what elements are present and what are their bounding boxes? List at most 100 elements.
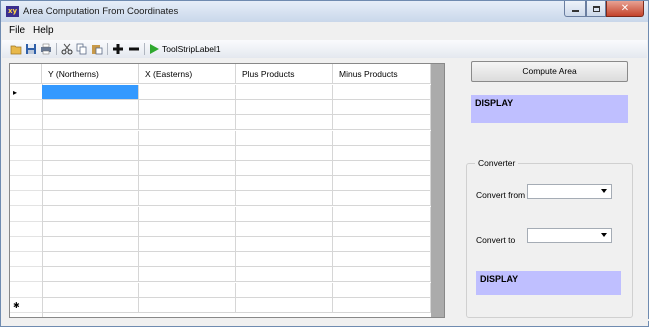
grid-cell[interactable] xyxy=(42,161,139,176)
convert-to-dropdown[interactable] xyxy=(527,228,612,243)
row-header[interactable]: ✱ xyxy=(10,298,42,313)
grid-cell[interactable] xyxy=(333,100,431,115)
grid-cell[interactable] xyxy=(139,191,236,206)
column-header[interactable]: Y (Northerns) xyxy=(42,64,139,84)
row-header[interactable] xyxy=(10,115,42,130)
cut-icon[interactable] xyxy=(61,43,73,55)
grid-cell[interactable] xyxy=(236,298,333,313)
row-header[interactable]: ▸ xyxy=(10,85,42,100)
grid-cell[interactable] xyxy=(333,146,431,161)
grid-cell[interactable] xyxy=(139,176,236,191)
grid-cell[interactable] xyxy=(139,267,236,282)
grid-cell[interactable] xyxy=(333,252,431,267)
grid-cell[interactable] xyxy=(42,267,139,282)
column-header[interactable]: Plus Products xyxy=(236,64,333,84)
row-header[interactable] xyxy=(10,237,42,252)
grid-cell[interactable] xyxy=(42,222,139,237)
run-icon[interactable] xyxy=(148,43,160,55)
grid-cell[interactable] xyxy=(139,146,236,161)
grid-cell[interactable] xyxy=(333,237,431,252)
grid-cell[interactable] xyxy=(333,176,431,191)
grid-cell[interactable] xyxy=(42,298,139,313)
minimize-button[interactable] xyxy=(564,1,586,17)
grid-cell[interactable] xyxy=(42,85,139,100)
grid-cell[interactable] xyxy=(236,283,333,298)
remove-icon[interactable] xyxy=(128,43,140,55)
grid-cell[interactable] xyxy=(236,100,333,115)
close-button[interactable]: ✕ xyxy=(606,1,644,17)
menu-file[interactable]: File xyxy=(9,25,25,36)
row-header[interactable] xyxy=(10,146,42,161)
row-header[interactable] xyxy=(10,267,42,282)
grid-cell[interactable] xyxy=(236,176,333,191)
row-header[interactable] xyxy=(10,176,42,191)
grid-cell[interactable] xyxy=(139,115,236,130)
column-header[interactable]: X (Easterns) xyxy=(139,64,236,84)
row-header[interactable] xyxy=(10,191,42,206)
grid-cell[interactable] xyxy=(333,131,431,146)
column-header[interactable]: Minus Products xyxy=(333,64,431,84)
coordinates-grid[interactable]: ▸ ✱ Y (Northerns) X (Easterns) Plus Product… xyxy=(9,63,445,318)
grid-cell[interactable] xyxy=(139,131,236,146)
grid-cell[interactable] xyxy=(42,131,139,146)
row-header[interactable] xyxy=(10,252,42,267)
grid-cell[interactable] xyxy=(42,191,139,206)
row-header[interactable] xyxy=(10,283,42,298)
grid-cell[interactable] xyxy=(333,298,431,313)
grid-cell[interactable] xyxy=(139,207,236,222)
grid-cell[interactable] xyxy=(42,207,139,222)
app-window: xy Area Computation From Coordinates ✕ F… xyxy=(0,0,649,327)
grid-cell[interactable] xyxy=(333,283,431,298)
grid-corner-cell[interactable] xyxy=(10,64,42,84)
grid-cell[interactable] xyxy=(42,283,139,298)
grid-cell[interactable] xyxy=(333,207,431,222)
grid-cell[interactable] xyxy=(42,252,139,267)
grid-cell[interactable] xyxy=(42,176,139,191)
grid-cell[interactable] xyxy=(139,161,236,176)
grid-cell[interactable] xyxy=(139,252,236,267)
maximize-button[interactable] xyxy=(586,1,606,17)
grid-cell[interactable] xyxy=(236,115,333,130)
row-header[interactable] xyxy=(10,222,42,237)
row-header[interactable] xyxy=(10,131,42,146)
grid-cell[interactable] xyxy=(333,161,431,176)
grid-cell[interactable] xyxy=(236,207,333,222)
grid-cell[interactable] xyxy=(333,191,431,206)
copy-icon[interactable] xyxy=(76,43,88,55)
grid-cell[interactable] xyxy=(333,85,431,100)
title-bar[interactable]: xy Area Computation From Coordinates ✕ xyxy=(1,1,648,22)
grid-cell[interactable] xyxy=(236,146,333,161)
grid-cell[interactable] xyxy=(42,237,139,252)
grid-cell[interactable] xyxy=(236,237,333,252)
grid-cell[interactable] xyxy=(333,267,431,282)
grid-cell[interactable] xyxy=(236,131,333,146)
grid-cell[interactable] xyxy=(42,100,139,115)
save-icon[interactable] xyxy=(25,43,37,55)
grid-cell[interactable] xyxy=(236,222,333,237)
grid-cell[interactable] xyxy=(236,161,333,176)
grid-cell[interactable] xyxy=(42,146,139,161)
add-icon[interactable] xyxy=(112,43,124,55)
grid-cell[interactable] xyxy=(42,115,139,130)
menu-help[interactable]: Help xyxy=(33,25,54,36)
grid-cell[interactable] xyxy=(236,85,333,100)
row-header[interactable] xyxy=(10,161,42,176)
grid-cell[interactable] xyxy=(139,222,236,237)
row-header[interactable] xyxy=(10,100,42,115)
grid-cell[interactable] xyxy=(236,191,333,206)
compute-area-button[interactable]: Compute Area xyxy=(471,61,628,82)
grid-cell[interactable] xyxy=(333,222,431,237)
grid-cell[interactable] xyxy=(139,85,236,100)
open-folder-icon[interactable] xyxy=(10,43,22,55)
row-header[interactable] xyxy=(10,207,42,222)
paste-icon[interactable] xyxy=(91,43,103,55)
print-icon[interactable] xyxy=(40,43,52,55)
grid-cell[interactable] xyxy=(236,252,333,267)
grid-cell[interactable] xyxy=(236,267,333,282)
convert-from-dropdown[interactable] xyxy=(527,184,612,199)
grid-cell[interactable] xyxy=(139,100,236,115)
grid-cell[interactable] xyxy=(139,283,236,298)
grid-cell[interactable] xyxy=(139,237,236,252)
grid-cell[interactable] xyxy=(139,298,236,313)
grid-cell[interactable] xyxy=(333,115,431,130)
